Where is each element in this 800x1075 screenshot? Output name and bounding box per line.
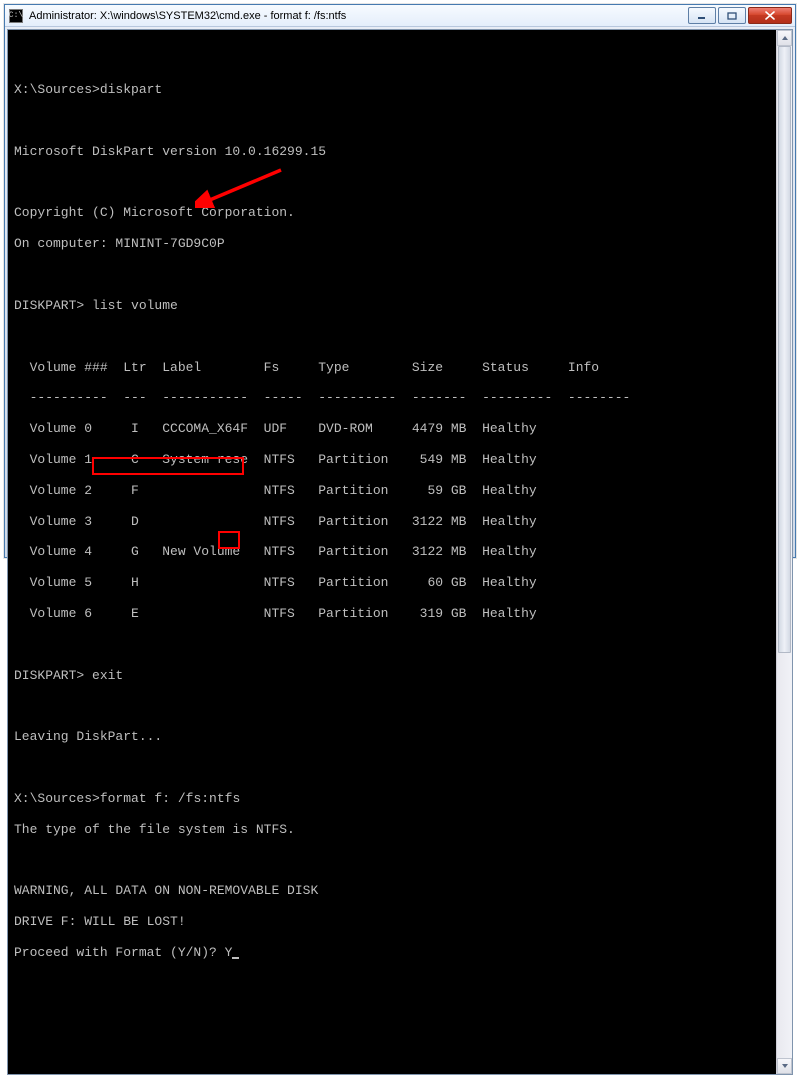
minimize-button[interactable] [688, 7, 716, 24]
vertical-scrollbar[interactable] [776, 30, 792, 1074]
blank-line [14, 267, 770, 282]
title-bar[interactable]: C:\ Administrator: X:\windows\SYSTEM32\c… [5, 5, 795, 27]
blank-line [14, 760, 770, 775]
scroll-up-button[interactable] [777, 30, 792, 46]
proceed-input: Y [225, 945, 233, 960]
scroll-track[interactable] [777, 46, 792, 1058]
format-command: format f: /fs:ntfs [100, 791, 240, 806]
table-row: Volume 6 E NTFS Partition 319 GB Healthy [14, 606, 770, 621]
window-title: Administrator: X:\windows\SYSTEM32\cmd.e… [29, 10, 682, 22]
client-area: X:\Sources>diskpart Microsoft DiskPart v… [7, 29, 793, 1075]
scroll-down-button[interactable] [777, 1058, 792, 1074]
blank-line [14, 51, 770, 66]
blank-line [14, 698, 770, 713]
table-row: Volume 5 H NTFS Partition 60 GB Healthy [14, 575, 770, 590]
proceed-line: Proceed with Format (Y/N)? Y [14, 945, 770, 960]
copyright-line: Copyright (C) Microsoft Corporation. [14, 205, 770, 220]
warning-line-1: WARNING, ALL DATA ON NON-REMOVABLE DISK [14, 883, 770, 898]
table-header: Volume ### Ltr Label Fs Type Size Status… [14, 360, 770, 375]
text-cursor [232, 957, 239, 959]
maximize-button[interactable] [718, 7, 746, 24]
blank-line [14, 853, 770, 868]
version-line: Microsoft DiskPart version 10.0.16299.15 [14, 144, 770, 159]
console-output[interactable]: X:\Sources>diskpart Microsoft DiskPart v… [8, 30, 776, 1074]
diskpart-list-line: DISKPART> list volume [14, 298, 770, 313]
table-row: Volume 0 I CCCOMA_X64F UDF DVD-ROM 4479 … [14, 421, 770, 436]
blank-line [14, 113, 770, 128]
table-row: Volume 3 D NTFS Partition 3122 MB Health… [14, 514, 770, 529]
blank-line [14, 329, 770, 344]
close-button[interactable] [748, 7, 792, 24]
table-row: Volume 4 G New Volume NTFS Partition 312… [14, 544, 770, 559]
cmd-window: C:\ Administrator: X:\windows\SYSTEM32\c… [4, 4, 796, 558]
fs-type-line: The type of the file system is NTFS. [14, 822, 770, 837]
blank-line [14, 175, 770, 190]
diskpart-exit-line: DISKPART> exit [14, 668, 770, 683]
prompt-line-1: X:\Sources>diskpart [14, 82, 770, 97]
table-row: Volume 1 C System rese NTFS Partition 54… [14, 452, 770, 467]
table-row: Volume 2 F NTFS Partition 59 GB Healthy [14, 483, 770, 498]
computer-line: On computer: MININT-7GD9C0P [14, 236, 770, 251]
window-buttons [688, 7, 792, 24]
blank-line [14, 637, 770, 652]
cmd-icon: C:\ [9, 9, 23, 23]
leaving-line: Leaving DiskPart... [14, 729, 770, 744]
warning-line-2: DRIVE F: WILL BE LOST! [14, 914, 770, 929]
table-divider: ---------- --- ----------- ----- -------… [14, 390, 770, 405]
scroll-thumb[interactable] [778, 46, 791, 653]
format-cmd-line: X:\Sources>format f: /fs:ntfs [14, 791, 770, 806]
